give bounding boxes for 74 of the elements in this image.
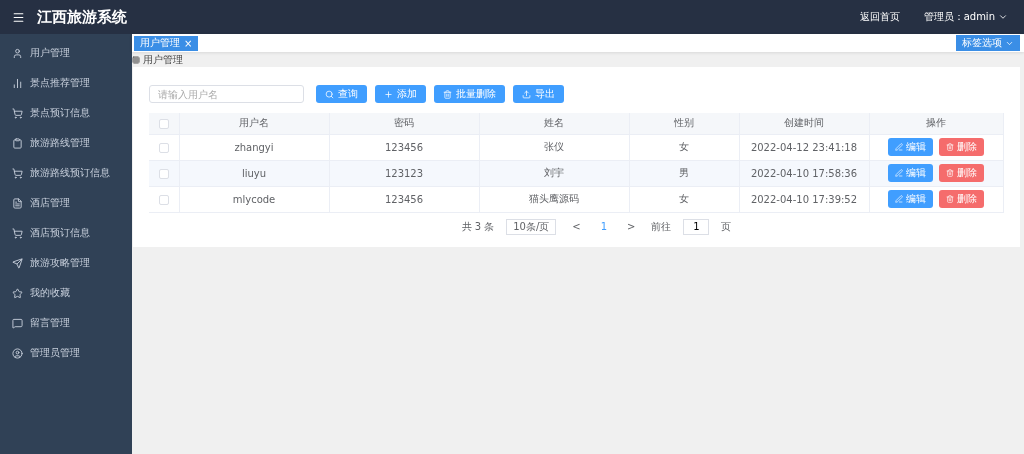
- caret-icon: [998, 12, 1008, 22]
- table-cell: 女: [629, 186, 739, 212]
- app-title: 江西旅游系统: [37, 7, 128, 27]
- header-cell: 创建时间: [739, 113, 869, 134]
- sidebar-item[interactable]: 景点推荐管理: [0, 68, 132, 98]
- sidebar-item[interactable]: 管理员管理: [0, 338, 132, 368]
- next-page-button[interactable]: >: [623, 221, 640, 232]
- table-cell: 123123: [329, 160, 479, 186]
- pencil-icon: [895, 195, 904, 203]
- tab[interactable]: 用户管理 ×: [134, 35, 199, 51]
- goto-label: 前往: [651, 219, 672, 234]
- home-link[interactable]: 返回首页: [859, 10, 900, 24]
- page-suffix: 页: [721, 219, 732, 234]
- trash-icon: [946, 143, 955, 151]
- pencil-icon: [895, 169, 904, 177]
- send-icon: [12, 257, 23, 269]
- star-icon: [12, 287, 23, 299]
- search-icon: [325, 89, 334, 99]
- document-icon: [12, 197, 23, 209]
- prev-page-button[interactable]: <: [568, 221, 585, 232]
- header-cell: 性别: [629, 113, 739, 134]
- cart-icon: [12, 107, 23, 119]
- trash-icon: [443, 89, 452, 99]
- header-cell: 姓名: [479, 113, 629, 134]
- message-icon: [12, 317, 23, 329]
- sidebar-item[interactable]: 用户管理: [0, 38, 132, 68]
- search-field[interactable]: 请输入用户名: [149, 85, 304, 103]
- menu-icon[interactable]: [12, 10, 25, 24]
- trash-icon: [946, 195, 955, 203]
- table-cell: 女: [629, 134, 739, 160]
- sidebar-item[interactable]: 旅游路线预订信息: [0, 158, 132, 188]
- table-cell: 刘宇: [479, 160, 629, 186]
- header-cell: 用户名: [179, 113, 329, 134]
- page-size-select[interactable]: 10条/页: [506, 218, 557, 235]
- table-cell: 123456: [329, 134, 479, 160]
- table-cell: liuyu: [179, 160, 329, 186]
- chart-icon: [12, 77, 23, 89]
- cart-icon: [12, 167, 23, 179]
- sidebar-item[interactable]: 酒店管理: [0, 188, 132, 218]
- breadcrumb: 用户管理: [143, 52, 183, 67]
- sidebar-item[interactable]: 我的收藏: [0, 278, 132, 308]
- row-checkbox[interactable]: [158, 142, 169, 153]
- user-menu[interactable]: 管理员：admin: [923, 10, 1008, 24]
- table-cell: zhangyi: [179, 134, 329, 160]
- row-checkbox[interactable]: [158, 194, 169, 205]
- table-cell: 2022-04-10 17:58:36: [739, 160, 869, 186]
- total-count: 共 3 条: [461, 219, 495, 234]
- user-circle-icon: [12, 347, 23, 359]
- table-cell: 男: [629, 160, 739, 186]
- table-cell: 猫头鹰源码: [479, 186, 629, 212]
- sidebar-item[interactable]: 旅游路线管理: [0, 128, 132, 158]
- sidebar-item[interactable]: 旅游攻略管理: [0, 248, 132, 278]
- table-cell: 123456: [329, 186, 479, 212]
- sidebar-item[interactable]: 酒店预订信息: [0, 218, 132, 248]
- trash-icon: [946, 169, 955, 177]
- row-checkbox[interactable]: [158, 168, 169, 179]
- pencil-icon: [895, 143, 904, 151]
- header-cell: 操作: [869, 113, 1004, 134]
- cart-icon: [12, 227, 23, 239]
- table-cell: 张仪: [479, 134, 629, 160]
- user-icon: [12, 47, 23, 59]
- clipboard-icon: [12, 137, 23, 149]
- upload-icon: [522, 89, 531, 99]
- table-cell: 2022-04-10 17:39:52: [739, 186, 869, 212]
- sidebar-item[interactable]: 留言管理: [0, 308, 132, 338]
- select-all-checkbox[interactable]: [158, 118, 169, 129]
- page-input[interactable]: 1: [683, 218, 710, 235]
- tab-options-button[interactable]: 标签选项: [956, 35, 1020, 51]
- plus-icon: [384, 89, 393, 99]
- sidebar-item[interactable]: 景点预订信息: [0, 98, 132, 128]
- close-icon[interactable]: ×: [184, 37, 193, 49]
- table-cell: 2022-04-12 23:41:18: [739, 134, 869, 160]
- header-cell: 密码: [329, 113, 479, 134]
- table-cell: mlycode: [179, 186, 329, 212]
